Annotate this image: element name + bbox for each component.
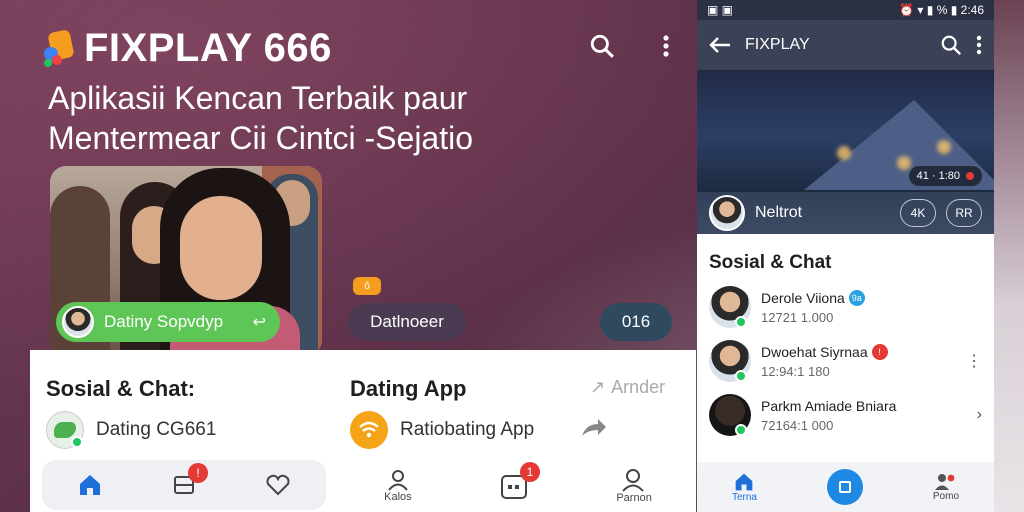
nav-favorites[interactable] <box>265 473 291 497</box>
phone-bottom-nav: Terna Pomo <box>697 462 994 512</box>
list-item-label: Dating CG661 <box>96 419 217 440</box>
video-hero[interactable]: 41 · 1:80 Neltrot 4K RR <box>697 70 994 234</box>
chat-subtitle: 12721 1.000 <box>761 309 834 325</box>
section-title-dating-app: Dating App <box>350 376 467 401</box>
notification-chip: ô <box>353 277 381 295</box>
search-icon[interactable] <box>940 34 962 56</box>
app-logo-icon <box>42 28 78 69</box>
square-icon <box>838 481 851 493</box>
back-arrow-icon[interactable] <box>709 36 731 54</box>
avatar <box>62 306 94 338</box>
status-bar: ▣ ▣ ⏰ ▾ ▮ % ▮ 2:46 <box>697 0 994 20</box>
chat-subtitle: 12:94:1 180 <box>761 363 830 379</box>
chat-list-item[interactable]: Derole Viiona 9a 12721 1.000 <box>697 280 994 334</box>
nav-label: Terna <box>731 491 757 503</box>
person-icon <box>388 470 408 491</box>
phone-nav-people[interactable]: Pomo <box>933 473 959 502</box>
count-pill[interactable]: 016 <box>600 303 672 341</box>
mode-chip[interactable]: RR <box>946 199 982 227</box>
section-title-social: Sosial & Chat: <box>46 376 196 401</box>
top-actions <box>588 32 680 60</box>
arrow-icon: ↩ <box>252 314 266 331</box>
avatar[interactable] <box>709 195 745 231</box>
phone-screen: ▣ ▣ ⏰ ▾ ▮ % ▮ 2:46 FIXPLAY 41 · 1:80 Nel… <box>697 0 994 512</box>
bottom-nav-left: ! <box>42 460 326 510</box>
avatar <box>709 286 751 328</box>
headline-line-1: Aplikasii Kencan Terbaik paur <box>48 80 468 116</box>
verified-badge: 9a <box>848 289 865 306</box>
alert-badge: ! <box>871 343 888 360</box>
forward-icon: ↗ <box>590 377 606 397</box>
notification-badge: ! <box>187 463 208 483</box>
fab-button[interactable] <box>826 469 863 505</box>
chat-list-item[interactable]: Dwoehat Siyrnaa ! 12:94:1 180 ⋮ <box>697 334 994 388</box>
share-action-label: Arnder <box>611 377 666 397</box>
hero-user-name: Neltrot <box>755 204 803 221</box>
live-dot <box>966 172 974 180</box>
nav-profile[interactable]: Kalos <box>384 469 412 503</box>
live-counter: 41 · 1:80 <box>908 166 982 186</box>
background-edge <box>994 0 1024 512</box>
account-icon <box>622 469 644 492</box>
home-icon <box>736 473 753 490</box>
headline: Aplikasii Kencan Terbaik paur Mentermear… <box>48 78 608 158</box>
nav-inbox[interactable]: ! <box>172 463 208 497</box>
brand: FIXPLAY 666 <box>42 26 332 71</box>
share-action[interactable]: ↗ Arnder <box>590 377 665 398</box>
notification-icons: ▣ ▣ <box>707 3 734 17</box>
headline-line-2: Mentermear Cii Cintci -Sejatio <box>48 120 474 156</box>
app-bar-title: FIXPLAY <box>745 36 810 53</box>
nav-calendar[interactable]: 1 <box>500 462 541 500</box>
list-item-dating-app[interactable]: Ratiobating App <box>350 411 534 449</box>
more-vertical-icon[interactable] <box>976 35 982 55</box>
nav-label: Parnon <box>616 492 652 504</box>
more-vertical-icon[interactable]: ⋮ <box>966 351 982 371</box>
share-icon[interactable] <box>580 416 608 447</box>
heart-icon <box>266 474 290 496</box>
app-bar: FIXPLAY <box>697 20 994 70</box>
chevron-right-icon[interactable]: › <box>977 406 982 424</box>
list-item-label: Ratiobating App <box>400 419 535 440</box>
notification-badge: 1 <box>520 462 541 482</box>
dating-cta-button[interactable]: Datiny Sopvdyp ↩ <box>56 302 280 342</box>
status-time: 2:46 <box>960 3 984 17</box>
chat-list-item[interactable]: Parkm Amiade Bniara 72164:1 000 › <box>697 388 994 442</box>
phone-section-title: Sosial & Chat <box>709 252 832 273</box>
nav-home[interactable] <box>77 473 103 497</box>
nav-account[interactable]: Parnon <box>616 468 652 504</box>
globe-icon <box>46 411 84 449</box>
nav-label: Kalos <box>384 491 412 503</box>
hero-user-bar: Neltrot 4K RR <box>697 192 994 234</box>
people-icon <box>934 473 955 490</box>
status-right: ⏰ ▾ ▮ % ▮ 2:46 <box>899 3 984 17</box>
more-vertical-icon[interactable] <box>652 32 680 60</box>
chat-subtitle: 72164:1 000 <box>761 417 834 433</box>
phone-nav-home[interactable]: Terna <box>732 472 757 503</box>
home-icon <box>79 475 100 495</box>
list-item-dating[interactable]: Dating CG661 <box>46 411 216 449</box>
avatar <box>709 340 751 382</box>
chat-name: Derole Viiona <box>761 289 845 306</box>
brand-name: FIXPLAY 666 <box>84 26 332 70</box>
avatar <box>709 394 751 436</box>
signal-icon <box>350 411 388 449</box>
discover-button[interactable]: Datlnoeer <box>348 303 466 341</box>
bottom-nav-right: Kalos 1 Parnon <box>340 460 696 512</box>
quality-chip[interactable]: 4K <box>900 199 936 227</box>
search-icon[interactable] <box>588 32 616 60</box>
dating-cta-label: Datiny Sopvdyp <box>104 312 224 331</box>
chat-name: Parkm Amiade Bniara <box>761 397 897 414</box>
chat-name: Dwoehat Siyrnaa <box>761 343 868 360</box>
nav-label: Pomo <box>932 490 960 502</box>
